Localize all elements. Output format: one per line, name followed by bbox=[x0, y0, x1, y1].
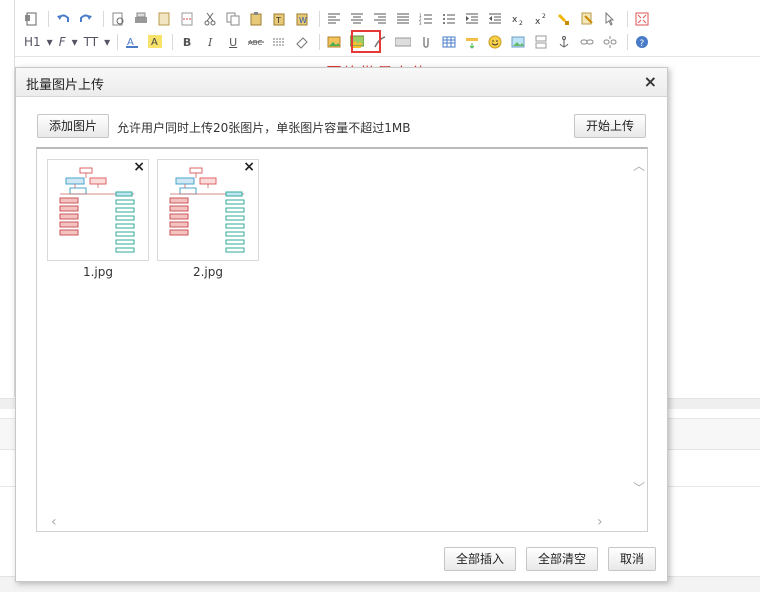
svg-text:2: 2 bbox=[519, 20, 523, 26]
dialog-title: 批量图片上传 bbox=[26, 78, 105, 93]
paste-text-icon[interactable]: T bbox=[269, 9, 289, 29]
insert-video-icon[interactable] bbox=[393, 32, 413, 52]
align-left-icon[interactable] bbox=[324, 9, 344, 29]
link-icon[interactable] bbox=[577, 32, 597, 52]
insert-table-icon[interactable] bbox=[439, 32, 459, 52]
indent-icon[interactable] bbox=[462, 9, 482, 29]
font-color-icon[interactable]: A bbox=[122, 32, 142, 52]
svg-text:T: T bbox=[275, 16, 281, 25]
paste-word-icon[interactable]: W bbox=[292, 9, 312, 29]
italic-icon[interactable]: I bbox=[200, 32, 220, 52]
toolbar-divider bbox=[172, 34, 174, 50]
paste-icon[interactable] bbox=[246, 9, 266, 29]
svg-text:x: x bbox=[535, 17, 541, 26]
svg-text:x: x bbox=[512, 15, 518, 25]
preview-icon[interactable] bbox=[108, 9, 128, 29]
chevron-down-icon: ▾ bbox=[104, 35, 111, 49]
heading-dropdown[interactable]: H1 bbox=[21, 35, 44, 49]
horizontal-scrollbar[interactable]: ‹ › bbox=[37, 514, 647, 531]
dialog-titlebar[interactable]: 批量图片上传 × bbox=[16, 68, 667, 97]
highlight-color-icon[interactable]: A bbox=[145, 32, 165, 52]
undo-icon[interactable] bbox=[53, 9, 73, 29]
insert-all-button[interactable]: 全部插入 bbox=[444, 547, 516, 571]
strikethrough-icon[interactable]: ABC bbox=[246, 32, 266, 52]
unlink-icon[interactable] bbox=[600, 32, 620, 52]
batch-upload-highlight-box bbox=[351, 30, 381, 53]
chevron-right-icon[interactable]: › bbox=[597, 514, 603, 530]
fullscreen-icon[interactable] bbox=[632, 9, 652, 29]
ordered-list-icon[interactable]: 123 bbox=[416, 9, 436, 29]
toolbar-divider bbox=[319, 11, 320, 27]
delete-image-icon[interactable]: × bbox=[133, 159, 145, 175]
horizontal-rule-icon[interactable] bbox=[269, 32, 289, 52]
chevron-down-icon: ▾ bbox=[46, 35, 53, 49]
bold-icon[interactable]: B bbox=[177, 32, 197, 52]
outdent-icon[interactable] bbox=[485, 9, 505, 29]
print-icon[interactable] bbox=[131, 9, 151, 29]
format-brush-icon[interactable] bbox=[554, 9, 574, 29]
superscript-icon[interactable]: x2 bbox=[531, 9, 551, 29]
toolbar-divider bbox=[627, 11, 628, 27]
svg-text:ABC: ABC bbox=[248, 39, 262, 47]
eraser-icon[interactable] bbox=[292, 32, 312, 52]
insert-image-icon[interactable] bbox=[324, 32, 344, 52]
add-image-button[interactable]: 添加图片 bbox=[37, 114, 109, 138]
cut-icon[interactable] bbox=[200, 9, 220, 29]
batch-image-upload-dialog: 批量图片上传 × 添加图片 允许用户同时上传20张图片，单张图片容量不超过1MB… bbox=[15, 67, 668, 582]
copy-icon[interactable] bbox=[223, 9, 243, 29]
toolbar-divider bbox=[319, 34, 321, 50]
svg-text:?: ? bbox=[640, 39, 645, 49]
flowchart-thumbnail-image bbox=[169, 167, 245, 253]
source-icon[interactable] bbox=[21, 9, 41, 29]
align-center-icon[interactable] bbox=[347, 9, 367, 29]
page-break-icon[interactable] bbox=[531, 32, 551, 52]
toolbar-row-2: H1 ▾ F ▾ TT ▾ A A B I U ABC ? bbox=[21, 31, 655, 53]
clear-format-icon[interactable] bbox=[577, 9, 597, 29]
editor-toolbar: T W 123 x2 x2 H1 ▾ F ▾ TT ▾ A A B I U AB… bbox=[14, 0, 760, 57]
start-upload-button[interactable]: 开始上传 bbox=[574, 114, 646, 138]
chevron-up-icon[interactable]: ︿ bbox=[633, 157, 645, 174]
help-icon[interactable]: ? bbox=[632, 32, 652, 52]
chevron-left-icon[interactable]: ‹ bbox=[51, 514, 57, 530]
image-filename: 1.jpg bbox=[82, 265, 114, 279]
flowchart-thumbnail-image bbox=[59, 167, 135, 253]
select-all-icon[interactable] bbox=[600, 9, 620, 29]
attachment-icon[interactable] bbox=[416, 32, 436, 52]
image-list-panel: × 1.jpg × 2.jpg ︿ ﹀ ‹ › bbox=[36, 147, 648, 532]
toolbar-divider bbox=[117, 34, 119, 50]
unordered-list-icon[interactable] bbox=[439, 9, 459, 29]
font-size-dropdown[interactable]: TT bbox=[81, 35, 101, 49]
font-family-dropdown[interactable]: F bbox=[56, 35, 69, 49]
emotion-icon[interactable] bbox=[485, 32, 505, 52]
svg-text:2: 2 bbox=[542, 13, 546, 20]
svg-text:A: A bbox=[151, 37, 158, 48]
image-gallery-icon[interactable] bbox=[508, 32, 528, 52]
anchor-icon[interactable] bbox=[554, 32, 574, 52]
pagebreak-icon[interactable] bbox=[177, 9, 197, 29]
underline-icon[interactable]: U bbox=[223, 32, 243, 52]
image-filename: 2.jpg bbox=[192, 265, 224, 279]
toolbar-divider bbox=[48, 11, 49, 27]
align-justify-icon[interactable] bbox=[393, 9, 413, 29]
subscript-icon[interactable]: x2 bbox=[508, 9, 528, 29]
template-icon[interactable] bbox=[154, 9, 174, 29]
upload-hint: 允许用户同时上传20张图片，单张图片容量不超过1MB bbox=[117, 121, 411, 135]
chevron-down-icon: ▾ bbox=[71, 35, 78, 49]
close-icon[interactable]: × bbox=[644, 72, 657, 91]
vertical-scrollbar[interactable]: ︿ ﹀ bbox=[630, 149, 647, 514]
clear-all-button[interactable]: 全部清空 bbox=[526, 547, 598, 571]
delete-image-icon[interactable]: × bbox=[243, 159, 255, 175]
insert-row-icon[interactable] bbox=[462, 32, 482, 52]
toolbar-divider bbox=[627, 34, 629, 50]
toolbar-row-1: T W 123 x2 x2 bbox=[21, 8, 655, 30]
toolbar-divider bbox=[103, 11, 104, 27]
cancel-button[interactable]: 取消 bbox=[608, 547, 656, 571]
svg-text:W: W bbox=[299, 16, 307, 25]
svg-text:3: 3 bbox=[419, 21, 422, 26]
redo-icon[interactable] bbox=[76, 9, 96, 29]
align-right-icon[interactable] bbox=[370, 9, 390, 29]
chevron-down-icon[interactable]: ﹀ bbox=[633, 479, 645, 496]
